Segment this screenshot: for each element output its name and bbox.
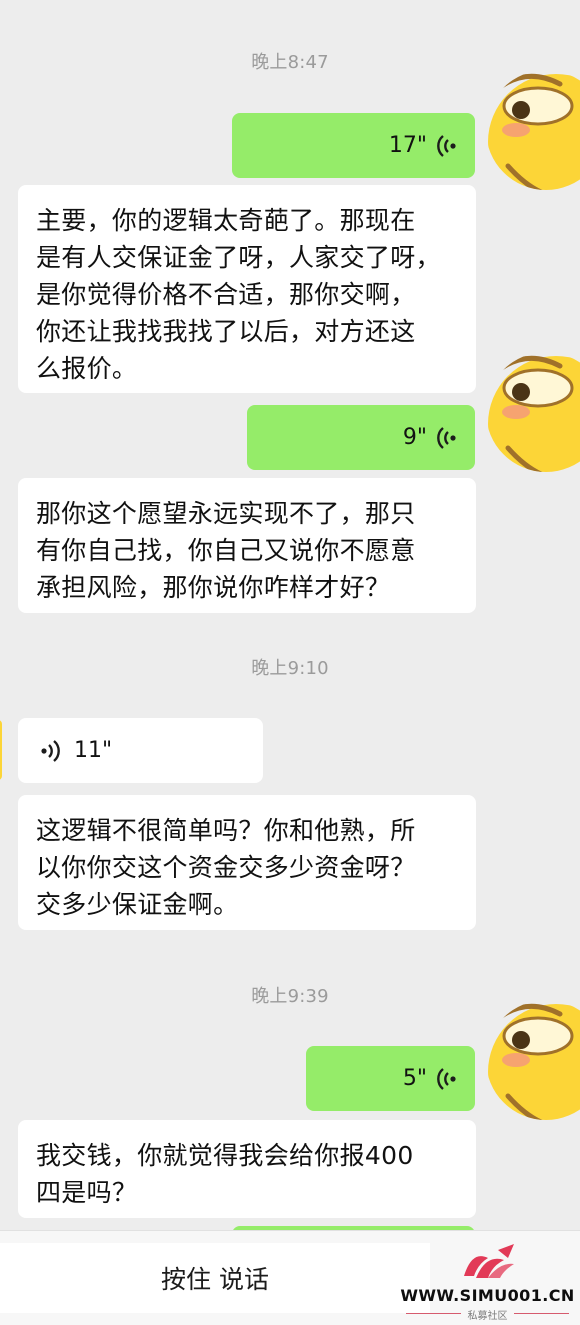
voice-wave-icon	[437, 426, 456, 449]
voice-duration: 17"	[388, 133, 427, 158]
text-message-bubble[interactable]: 我交钱，你就觉得我会给你报400 四是吗？	[18, 1120, 476, 1218]
chat-screen: 晚上8:47 17" 主要，你的逻辑太奇葩了。那现在 是有人交保证金了呀，人家交…	[0, 0, 580, 1325]
watermark-logo-icon	[464, 1244, 514, 1278]
voice-message-bubble[interactable]: 9"	[247, 405, 475, 470]
voice-wave-icon	[437, 134, 456, 157]
timestamp: 晚上9:39	[251, 986, 329, 1007]
text-message-bubble[interactable]: 那你这个愿望永远实现不了，那只 有你自己找，你自己又说你不愿意 承担风险，那你说…	[18, 478, 476, 613]
voice-duration: 9"	[402, 425, 427, 450]
contact-avatar[interactable]	[486, 70, 580, 190]
voice-duration: 5"	[402, 1066, 427, 1091]
voice-wave-icon	[41, 739, 60, 762]
text-message-bubble[interactable]: 主要，你的逻辑太奇葩了。那现在 是有人交保证金了呀，人家交了呀， 是你觉得价格不…	[18, 185, 476, 393]
timestamp: 晚上9:10	[251, 658, 329, 679]
smirk-emoji-icon	[488, 355, 580, 472]
voice-message-bubble[interactable]: 5"	[306, 1046, 475, 1111]
contact-avatar[interactable]	[486, 1000, 580, 1120]
watermark-url: WWW.SIMU001.CN	[400, 1286, 575, 1305]
self-avatar-edge	[0, 720, 2, 780]
timestamp: 晚上8:47	[251, 52, 329, 73]
voice-wave-icon	[437, 1067, 456, 1090]
watermark-rule-right	[514, 1313, 569, 1314]
hold-to-talk-button[interactable]: 按住 说话	[0, 1243, 430, 1313]
text-message-bubble[interactable]: 这逻辑不很简单吗？你和他熟，所 以你你交这个资金交多少资金呀？ 交多少保证金啊。	[18, 795, 476, 930]
voice-message-bubble[interactable]: 17"	[232, 113, 475, 178]
watermark: WWW.SIMU001.CN 私募社区	[400, 1242, 575, 1322]
voice-message-bubble[interactable]: 11"	[18, 718, 263, 783]
smirk-emoji-icon	[488, 73, 580, 190]
smirk-emoji-icon	[488, 1003, 580, 1120]
voice-duration: 11"	[74, 738, 113, 763]
contact-avatar[interactable]	[486, 352, 580, 472]
watermark-subtitle: 私募社区	[467, 1311, 508, 1322]
